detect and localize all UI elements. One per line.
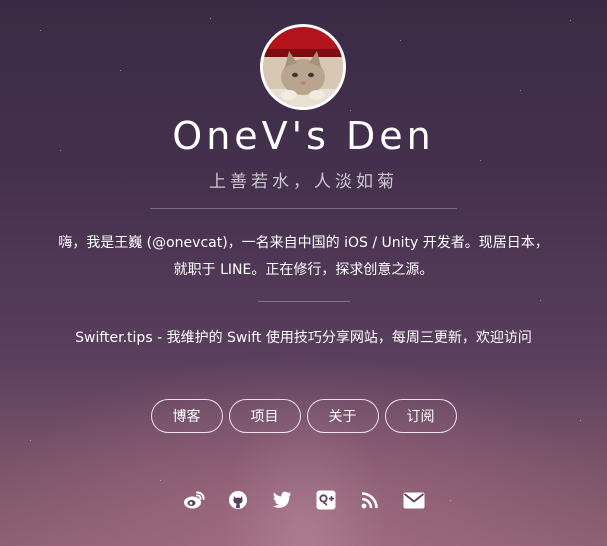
divider-middle	[258, 301, 350, 302]
rss-icon[interactable]	[358, 488, 382, 512]
avatar	[260, 24, 346, 110]
nav-button-projects[interactable]: 项目	[228, 399, 301, 433]
bio-line-2: 就职于 LINE。正在修行，探求创意之源。	[173, 262, 434, 278]
site-title: OneV's Den	[172, 114, 435, 158]
nav-button-blog[interactable]: 博客	[150, 399, 223, 433]
profile-page: OneV's Den 上善若水，人淡如菊 嗨，我是王巍 (@onevcat)，一…	[0, 0, 607, 546]
email-icon[interactable]	[402, 488, 426, 512]
swifter-tips-link[interactable]: Swifter.tips	[75, 330, 153, 346]
social-links	[0, 488, 607, 512]
google-plus-icon[interactable]	[314, 488, 338, 512]
site-motto: 上善若水，人淡如菊	[209, 172, 398, 192]
promo-description: - 我维护的 Swift 使用技巧分享网站，每周三更新，欢迎访问	[152, 330, 532, 346]
cat-avatar-image	[263, 27, 343, 107]
weibo-icon[interactable]	[182, 488, 206, 512]
bio-text: 嗨，我是王巍 (@onevcat)，一名来自中国的 iOS / Unity 开发…	[20, 230, 587, 284]
github-icon[interactable]	[226, 488, 250, 512]
nav-button-subscribe[interactable]: 订阅	[384, 399, 457, 433]
promo-text: Swifter.tips - 我维护的 Swift 使用技巧分享网站，每周三更新…	[0, 327, 607, 347]
bio-line-1: 嗨，我是王巍 (@onevcat)，一名来自中国的 iOS / Unity 开发…	[58, 235, 549, 251]
nav-button-about[interactable]: 关于	[306, 399, 379, 433]
twitter-icon[interactable]	[270, 488, 294, 512]
main-nav: 博客 项目 关于 订阅	[0, 399, 607, 433]
divider-top	[150, 208, 457, 209]
